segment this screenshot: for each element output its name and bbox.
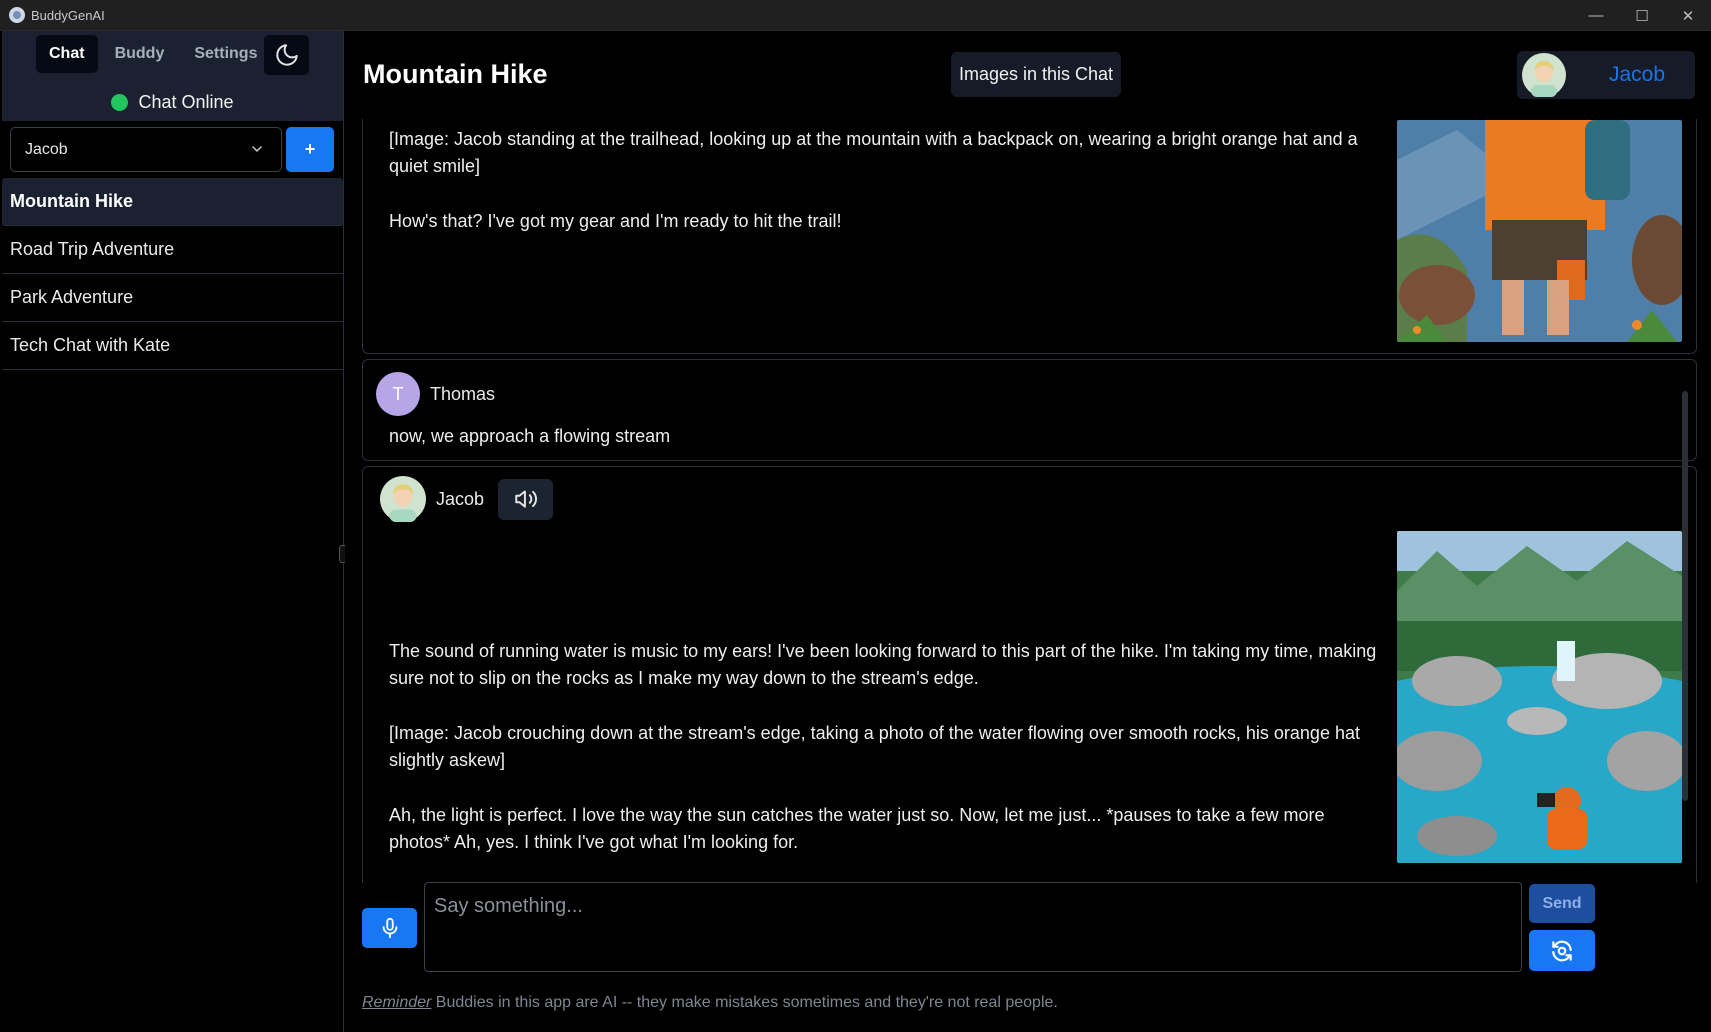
images-in-chat-button[interactable]: Images in this Chat	[951, 52, 1121, 97]
sender-name: Thomas	[430, 383, 496, 404]
message-body: The sound of running water is music to m…	[389, 638, 1389, 883]
sidebar-header: Chat Buddy Settings Chat Online	[2, 31, 343, 121]
chat-item-park-adventure[interactable]: Park Adventure	[2, 274, 343, 322]
chevron-down-icon	[252, 146, 262, 152]
minimize-button[interactable]: —	[1573, 0, 1619, 31]
send-button[interactable]: Send	[1529, 884, 1595, 923]
voice-input-button[interactable]	[362, 908, 417, 948]
add-chat-button[interactable]: +	[286, 127, 334, 172]
app-logo-icon	[9, 7, 25, 23]
sidebar: Chat Buddy Settings Chat Online Jacob + …	[0, 31, 344, 1032]
tab-chat[interactable]: Chat	[36, 35, 98, 73]
message-sender: Jacob	[380, 476, 554, 522]
regenerate-button[interactable]	[1529, 930, 1595, 971]
chat-item-mountain-hike[interactable]: Mountain Hike	[2, 178, 343, 226]
message-input-wrapper	[424, 882, 1522, 972]
moon-icon	[275, 44, 298, 66]
refresh-icon	[1552, 940, 1572, 961]
message-paragraph: The sound of running water is music to m…	[389, 641, 1377, 688]
microphone-icon	[382, 917, 397, 939]
message-input[interactable]	[434, 895, 1512, 959]
chat-list: Mountain Hike Road Trip Adventure Park A…	[2, 178, 343, 370]
message-body: [Image: Jacob standing at the trailhead,…	[389, 126, 1389, 263]
speak-message-button[interactable]	[498, 478, 554, 520]
nav-tabs: Chat Buddy Settings	[36, 35, 270, 73]
page-title: Mountain Hike	[363, 59, 548, 89]
message-jacob-2: Jacob The sound of running water is musi…	[362, 466, 1697, 883]
title-bar: BuddyGenAI — ☐ ✕	[0, 0, 1711, 31]
message-paragraph: How's that? I've got my gear and I'm rea…	[389, 211, 842, 231]
message-scrollbar[interactable]	[1682, 391, 1688, 801]
theme-toggle-button[interactable]	[264, 35, 309, 75]
buddy-select-value: Jacob	[25, 140, 68, 158]
reminder-text: Buddies in this app are AI -- they make …	[431, 994, 1058, 1011]
stream-illustration	[1397, 531, 1682, 863]
app-title: BuddyGenAI	[31, 7, 105, 23]
buddy-profile-button[interactable]: Jacob	[1517, 51, 1695, 99]
tab-settings[interactable]: Settings	[181, 35, 270, 73]
message-thomas: T Thomas now, we approach a flowing stre…	[362, 359, 1697, 461]
profile-name: Jacob	[1608, 63, 1666, 86]
message-paragraph: [Image: Jacob standing at the trailhead,…	[389, 129, 1358, 176]
main-header: Mountain Hike Images in this Chat Jacob	[345, 31, 1711, 119]
tab-buddy[interactable]: Buddy	[102, 35, 178, 73]
message-list[interactable]: [Image: Jacob standing at the trailhead,…	[362, 119, 1697, 883]
chat-status: Chat Online	[2, 87, 343, 117]
avatar	[380, 476, 426, 522]
message-image-stream[interactable]	[1397, 531, 1682, 863]
message-image-trailhead[interactable]	[1397, 120, 1682, 342]
buddy-select[interactable]: Jacob	[10, 127, 282, 172]
close-button[interactable]: ✕	[1665, 0, 1711, 31]
chat-item-tech-chat-with-kate[interactable]: Tech Chat with Kate	[2, 322, 343, 370]
main-panel: Mountain Hike Images in this Chat Jacob …	[345, 31, 1711, 1032]
message-paragraph: now, we approach a flowing stream	[389, 426, 671, 446]
buddy-avatar	[1522, 53, 1566, 97]
ai-reminder: Reminder Buddies in this app are AI -- t…	[362, 994, 1058, 1012]
avatar: T	[376, 372, 420, 416]
online-indicator	[111, 93, 129, 111]
window-controls: — ☐ ✕	[1573, 0, 1711, 31]
reminder-label[interactable]: Reminder	[362, 994, 431, 1011]
speaker-icon	[514, 490, 537, 508]
message-sender: T Thomas	[376, 372, 495, 416]
chat-item-road-trip-adventure[interactable]: Road Trip Adventure	[2, 226, 343, 274]
trailhead-illustration	[1397, 120, 1682, 342]
status-text: Chat Online	[138, 91, 234, 112]
message-paragraph: Ah, the light is perfect. I love the way…	[389, 805, 1325, 852]
message-paragraph: [Image: Jacob crouching down at the stre…	[389, 723, 1360, 770]
message-jacob-1: [Image: Jacob standing at the trailhead,…	[362, 119, 1697, 354]
maximize-button[interactable]: ☐	[1619, 0, 1665, 31]
sender-name: Jacob	[436, 488, 485, 509]
